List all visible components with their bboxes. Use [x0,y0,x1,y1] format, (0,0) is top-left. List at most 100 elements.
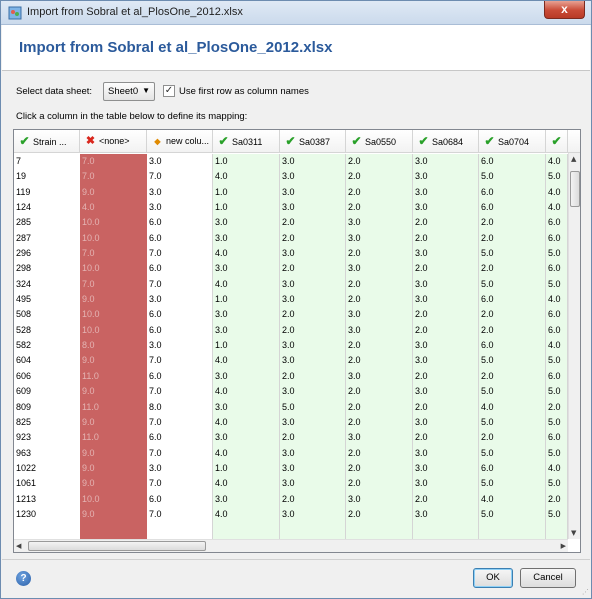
table-cell: 119 [16,186,31,197]
table-cell: 5.0 [548,508,561,519]
table-cell: 825 [16,416,32,427]
first-row-checkbox[interactable]: ✓ [163,85,175,97]
scroll-left-icon[interactable]: ◀ [16,542,21,550]
table-cell: 3.0 [415,355,428,366]
table-cell: 5.0 [548,278,561,289]
column-header[interactable]: ✔ [546,130,568,153]
table-column[interactable]: 2.0 2.0 2.0 2.0 3.0 3.0 2.0 3.0 2.0 2.0 3.0 3.0 2.0 2… [346,154,413,540]
check-icon: ✔ [218,134,229,148]
table-column[interactable]: 7 19 119 124 285 287 296 298 324 495 508 528 582 604 6… [14,154,80,540]
scroll-down-icon[interactable]: ▼ [571,529,576,537]
table-cell: 1.0 [215,156,228,166]
table-column[interactable]: 3.0 3.0 3.0 3.0 2.0 2.0 3.0 2.0 3.0 3.0 2.0 2.0 3.0 3… [280,154,346,540]
cancel-button[interactable]: Cancel [520,568,576,588]
ok-button[interactable]: OK [473,568,513,588]
table-header: ✔ Strain ... ✖ <none> ◆ new colu... ✔ Sa0311 ✔ Sa… [14,130,580,153]
table-cell: 2.0 [282,493,295,504]
table-body: 7 19 119 124 285 287 296 298 324 495 508 528 582 604 6… [14,154,568,540]
table-cell: 3.0 [282,478,295,489]
table-cell: 5.0 [548,171,561,182]
column-header[interactable]: ✔ Sa0311 [213,130,280,153]
table-column[interactable]: 1.0 4.0 1.0 1.0 3.0 3.0 4.0 3.0 4.0 1.0 3.0 3.0 1.0 4… [213,154,280,540]
first-row-label: Use first row as column names [179,86,309,97]
table-cell: 298 [16,263,32,274]
window-title: Import from Sobral et al_PlosOne_2012.xl… [27,6,243,18]
data-table: ✔ Strain ... ✖ <none> ◆ new colu... ✔ Sa0311 ✔ Sa… [13,129,581,553]
table-cell: 3.0 [215,370,228,381]
table-cell: 5.0 [481,355,494,366]
table-cell: 2.0 [481,232,494,243]
table-cell: 3.0 [415,248,428,259]
table-column[interactable]: 7.0 7.0 9.0 4.0 10.0 10.0 7.0 10.0 7.0 9.0 10.0 10.… [80,154,147,540]
column-header[interactable]: ✔ Sa0704 [479,130,546,153]
column-header-label: new colu... [166,136,210,146]
vertical-scrollbar[interactable]: ▲ ▼ [568,153,580,539]
footer-divider [2,559,590,560]
resize-grip-icon[interactable]: ⋰ [582,588,589,596]
table-column[interactable]: 3.0 3.0 3.0 3.0 2.0 2.0 3.0 2.0 3.0 3.0 2.0 2.0 3.0 3… [413,154,479,540]
table-cell: 9.0 [82,508,95,519]
table-cell: 3.0 [415,508,428,519]
table-cell: 2.0 [548,401,561,412]
table-cell: 9.0 [82,447,95,458]
table-cell: 3.0 [415,202,428,213]
table-cell: 7.0 [149,278,162,289]
table-cell: 3.0 [282,355,295,366]
column-header[interactable]: ✔ Sa0387 [280,130,346,153]
table-cell: 9.0 [82,462,95,473]
column-header[interactable]: ✔ Sa0684 [413,130,479,153]
table-cell: 2.0 [282,217,295,228]
scroll-up-icon[interactable]: ▲ [571,155,576,163]
table-cell: 2.0 [282,324,295,335]
table-cell: 3.0 [348,370,361,381]
table-column[interactable]: 3.0 7.0 3.0 3.0 6.0 6.0 7.0 6.0 7.0 3.0 6.0 6.0 3.0 7… [147,154,213,540]
table-cell: 3.0 [415,416,428,427]
table-cell: 3.0 [282,278,295,289]
column-header[interactable]: ✔ Strain ... [14,130,80,153]
table-cell: 5.0 [481,416,494,427]
table-cell: 5.0 [481,447,494,458]
table-cell: 2.0 [415,217,428,228]
table-cell: 3.0 [348,263,361,274]
close-button[interactable]: x [544,1,585,19]
table-cell: 3.0 [215,263,228,274]
table-cell: 6.0 [481,186,494,197]
table-cell: 6.0 [548,324,561,335]
horizontal-scrollbar[interactable]: ◀ ▶ [14,539,568,552]
help-icon[interactable]: ? [16,571,31,586]
table-cell: 2.0 [282,370,295,381]
column-header[interactable]: ✖ <none> [80,130,147,153]
table-cell: 6.0 [149,432,162,443]
table-cell: 6.0 [481,156,494,166]
table-cell: 4.0 [215,278,228,289]
title-bar[interactable]: Import from Sobral et al_PlosOne_2012.xl… [1,1,591,25]
table-cell: 2.0 [282,232,295,243]
sheet-select[interactable]: Sheet0 ▼ [103,82,155,101]
table-cell: 3.0 [282,156,295,166]
table-cell: 10.0 [82,232,100,243]
table-cell: 3.0 [149,340,162,351]
mapping-hint: Click a column in the table below to def… [16,111,248,122]
vertical-scroll-thumb[interactable] [570,171,580,207]
table-cell: 2.0 [348,478,361,489]
table-cell: 4.0 [215,248,228,259]
scroll-right-icon[interactable]: ▶ [561,542,566,550]
table-cell: 3.0 [282,248,295,259]
column-header[interactable]: ✔ Sa0550 [346,130,413,153]
table-cell: 8.0 [82,340,95,351]
column-header[interactable]: ◆ new colu... [147,130,213,153]
table-cell: 3.0 [348,493,361,504]
table-cell: 8.0 [149,401,162,412]
table-cell: 582 [16,340,32,351]
table-cell: 3.0 [415,156,428,166]
table-cell: 3.0 [149,186,162,197]
table-cell: 4.0 [548,294,561,305]
table-cell: 4.0 [215,478,228,489]
horizontal-scroll-thumb[interactable] [28,541,206,551]
table-cell: 296 [16,248,32,259]
table-cell: 3.0 [415,186,428,197]
table-column[interactable]: 4.0 5.0 4.0 4.0 6.0 6.0 5.0 6.0 5.0 4.0 6.0 6.0 4.0 5… [546,154,568,540]
table-column[interactable]: 6.0 5.0 6.0 6.0 2.0 2.0 5.0 2.0 5.0 6.0 2.0 2.0 6.0 5… [479,154,546,540]
table-cell: 2.0 [282,263,295,274]
app-icon [8,6,22,20]
